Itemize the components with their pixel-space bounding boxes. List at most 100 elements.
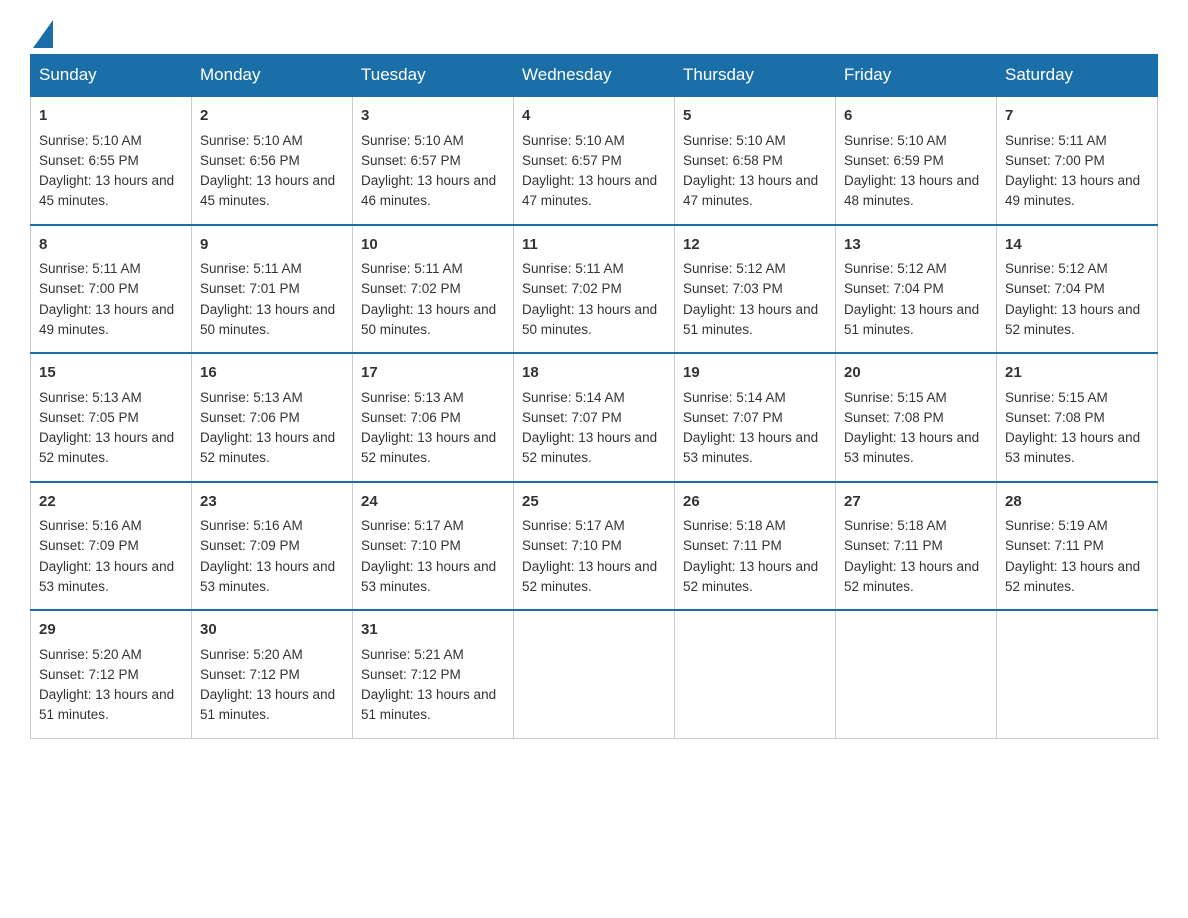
logo-triangle-icon xyxy=(33,20,53,48)
sunset-label: Sunset: 7:09 PM xyxy=(200,538,300,553)
calendar-week-row: 22 Sunrise: 5:16 AM Sunset: 7:09 PM Dayl… xyxy=(31,482,1158,611)
sunset-label: Sunset: 7:04 PM xyxy=(1005,281,1105,296)
day-number: 24 xyxy=(361,491,505,514)
day-of-week-header: Tuesday xyxy=(353,55,514,97)
calendar-day-cell: 8 Sunrise: 5:11 AM Sunset: 7:00 PM Dayli… xyxy=(31,225,192,354)
calendar-day-cell: 7 Sunrise: 5:11 AM Sunset: 7:00 PM Dayli… xyxy=(997,96,1158,225)
day-number: 29 xyxy=(39,619,183,642)
day-of-week-header: Sunday xyxy=(31,55,192,97)
sunrise-label: Sunrise: 5:18 AM xyxy=(683,518,786,533)
calendar-day-cell: 15 Sunrise: 5:13 AM Sunset: 7:05 PM Dayl… xyxy=(31,353,192,482)
sunset-label: Sunset: 7:08 PM xyxy=(844,410,944,425)
daylight-label: Daylight: 13 hours and 50 minutes. xyxy=(361,302,496,337)
daylight-label: Daylight: 13 hours and 53 minutes. xyxy=(39,559,174,594)
sunset-label: Sunset: 7:08 PM xyxy=(1005,410,1105,425)
calendar-day-cell: 13 Sunrise: 5:12 AM Sunset: 7:04 PM Dayl… xyxy=(836,225,997,354)
sunrise-label: Sunrise: 5:17 AM xyxy=(522,518,625,533)
sunset-label: Sunset: 7:02 PM xyxy=(522,281,622,296)
daylight-label: Daylight: 13 hours and 52 minutes. xyxy=(1005,559,1140,594)
sunrise-label: Sunrise: 5:10 AM xyxy=(844,133,947,148)
daylight-label: Daylight: 13 hours and 50 minutes. xyxy=(522,302,657,337)
sunset-label: Sunset: 7:11 PM xyxy=(683,538,782,553)
calendar-day-cell: 6 Sunrise: 5:10 AM Sunset: 6:59 PM Dayli… xyxy=(836,96,997,225)
daylight-label: Daylight: 13 hours and 52 minutes. xyxy=(361,430,496,465)
daylight-label: Daylight: 13 hours and 52 minutes. xyxy=(522,559,657,594)
daylight-label: Daylight: 13 hours and 48 minutes. xyxy=(844,173,979,208)
daylight-label: Daylight: 13 hours and 53 minutes. xyxy=(361,559,496,594)
day-number: 15 xyxy=(39,362,183,385)
calendar-week-row: 1 Sunrise: 5:10 AM Sunset: 6:55 PM Dayli… xyxy=(31,96,1158,225)
sunset-label: Sunset: 7:01 PM xyxy=(200,281,300,296)
daylight-label: Daylight: 13 hours and 52 minutes. xyxy=(522,430,657,465)
calendar-day-cell: 24 Sunrise: 5:17 AM Sunset: 7:10 PM Dayl… xyxy=(353,482,514,611)
day-number: 13 xyxy=(844,234,988,257)
sunrise-label: Sunrise: 5:11 AM xyxy=(361,261,463,276)
sunrise-label: Sunrise: 5:15 AM xyxy=(844,390,947,405)
calendar-day-cell: 19 Sunrise: 5:14 AM Sunset: 7:07 PM Dayl… xyxy=(675,353,836,482)
daylight-label: Daylight: 13 hours and 52 minutes. xyxy=(844,559,979,594)
day-number: 11 xyxy=(522,234,666,257)
calendar-day-cell: 1 Sunrise: 5:10 AM Sunset: 6:55 PM Dayli… xyxy=(31,96,192,225)
sunrise-label: Sunrise: 5:16 AM xyxy=(200,518,303,533)
calendar-day-cell xyxy=(836,610,997,738)
sunrise-label: Sunrise: 5:13 AM xyxy=(200,390,303,405)
sunrise-label: Sunrise: 5:10 AM xyxy=(39,133,142,148)
day-number: 31 xyxy=(361,619,505,642)
day-number: 18 xyxy=(522,362,666,385)
day-number: 21 xyxy=(1005,362,1149,385)
daylight-label: Daylight: 13 hours and 52 minutes. xyxy=(39,430,174,465)
sunset-label: Sunset: 7:11 PM xyxy=(844,538,943,553)
calendar-day-cell: 9 Sunrise: 5:11 AM Sunset: 7:01 PM Dayli… xyxy=(192,225,353,354)
calendar-day-cell: 21 Sunrise: 5:15 AM Sunset: 7:08 PM Dayl… xyxy=(997,353,1158,482)
sunrise-label: Sunrise: 5:12 AM xyxy=(1005,261,1108,276)
logo xyxy=(30,20,53,44)
sunset-label: Sunset: 6:59 PM xyxy=(844,153,944,168)
calendar-day-cell: 20 Sunrise: 5:15 AM Sunset: 7:08 PM Dayl… xyxy=(836,353,997,482)
day-number: 12 xyxy=(683,234,827,257)
calendar-day-cell: 17 Sunrise: 5:13 AM Sunset: 7:06 PM Dayl… xyxy=(353,353,514,482)
calendar-day-cell: 22 Sunrise: 5:16 AM Sunset: 7:09 PM Dayl… xyxy=(31,482,192,611)
sunrise-label: Sunrise: 5:15 AM xyxy=(1005,390,1108,405)
sunset-label: Sunset: 6:56 PM xyxy=(200,153,300,168)
daylight-label: Daylight: 13 hours and 52 minutes. xyxy=(200,430,335,465)
daylight-label: Daylight: 13 hours and 51 minutes. xyxy=(200,687,335,722)
day-number: 22 xyxy=(39,491,183,514)
sunset-label: Sunset: 7:06 PM xyxy=(200,410,300,425)
sunrise-label: Sunrise: 5:19 AM xyxy=(1005,518,1108,533)
daylight-label: Daylight: 13 hours and 53 minutes. xyxy=(683,430,818,465)
day-number: 14 xyxy=(1005,234,1149,257)
sunrise-label: Sunrise: 5:10 AM xyxy=(200,133,303,148)
calendar-day-cell: 10 Sunrise: 5:11 AM Sunset: 7:02 PM Dayl… xyxy=(353,225,514,354)
daylight-label: Daylight: 13 hours and 51 minutes. xyxy=(361,687,496,722)
calendar-day-cell: 16 Sunrise: 5:13 AM Sunset: 7:06 PM Dayl… xyxy=(192,353,353,482)
sunrise-label: Sunrise: 5:12 AM xyxy=(683,261,786,276)
sunset-label: Sunset: 6:57 PM xyxy=(361,153,461,168)
sunrise-label: Sunrise: 5:20 AM xyxy=(39,647,142,662)
sunset-label: Sunset: 7:05 PM xyxy=(39,410,139,425)
day-number: 3 xyxy=(361,105,505,128)
sunrise-label: Sunrise: 5:14 AM xyxy=(522,390,625,405)
sunrise-label: Sunrise: 5:16 AM xyxy=(39,518,142,533)
sunset-label: Sunset: 7:12 PM xyxy=(200,667,300,682)
sunset-label: Sunset: 7:06 PM xyxy=(361,410,461,425)
day-number: 2 xyxy=(200,105,344,128)
calendar-day-cell: 27 Sunrise: 5:18 AM Sunset: 7:11 PM Dayl… xyxy=(836,482,997,611)
sunrise-label: Sunrise: 5:11 AM xyxy=(39,261,141,276)
calendar-header-row: SundayMondayTuesdayWednesdayThursdayFrid… xyxy=(31,55,1158,97)
day-of-week-header: Saturday xyxy=(997,55,1158,97)
sunrise-label: Sunrise: 5:17 AM xyxy=(361,518,464,533)
sunrise-label: Sunrise: 5:18 AM xyxy=(844,518,947,533)
day-number: 16 xyxy=(200,362,344,385)
daylight-label: Daylight: 13 hours and 47 minutes. xyxy=(522,173,657,208)
sunset-label: Sunset: 7:00 PM xyxy=(1005,153,1105,168)
sunset-label: Sunset: 7:09 PM xyxy=(39,538,139,553)
calendar-day-cell xyxy=(997,610,1158,738)
sunset-label: Sunset: 6:55 PM xyxy=(39,153,139,168)
daylight-label: Daylight: 13 hours and 51 minutes. xyxy=(39,687,174,722)
sunrise-label: Sunrise: 5:14 AM xyxy=(683,390,786,405)
sunrise-label: Sunrise: 5:13 AM xyxy=(361,390,464,405)
calendar-day-cell: 4 Sunrise: 5:10 AM Sunset: 6:57 PM Dayli… xyxy=(514,96,675,225)
day-of-week-header: Monday xyxy=(192,55,353,97)
daylight-label: Daylight: 13 hours and 51 minutes. xyxy=(844,302,979,337)
sunrise-label: Sunrise: 5:10 AM xyxy=(683,133,786,148)
